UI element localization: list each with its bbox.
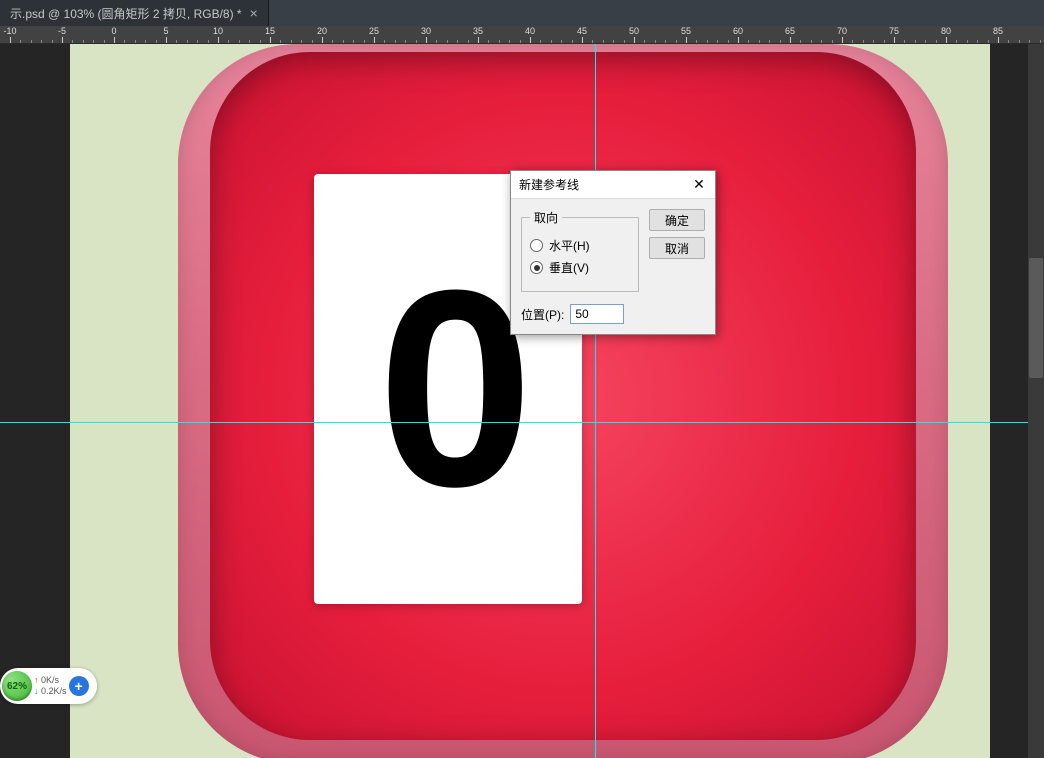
ok-button[interactable]: 确定 (649, 209, 705, 231)
close-icon[interactable]: × (250, 5, 258, 21)
radio-label: 垂直(V) (549, 259, 589, 276)
fieldset-legend: 取向 (530, 209, 562, 226)
plus-icon[interactable]: + (69, 676, 89, 696)
position-row: 位置(P): (521, 304, 639, 324)
radio-horizontal[interactable]: 水平(H) (530, 237, 630, 254)
cancel-button[interactable]: 取消 (649, 237, 705, 259)
upload-speed: 0K/s (34, 675, 67, 686)
net-speed-readout: 0K/s 0.2K/s (34, 675, 67, 697)
document-tab-bar: 示.psd @ 103% (圆角矩形 2 拷贝, RGB/8) * × (0, 0, 1044, 26)
new-guide-dialog: 新建参考线 ✕ 取向 水平(H) 垂直(V) 位置(P): 确定 (510, 170, 716, 335)
position-input[interactable] (570, 304, 624, 324)
download-speed: 0.2K/s (34, 686, 67, 697)
orientation-fieldset: 取向 水平(H) 垂直(V) (521, 209, 639, 292)
canvas-background: 0 (70, 44, 990, 758)
document-tab[interactable]: 示.psd @ 103% (圆角矩形 2 拷贝, RGB/8) * × (0, 0, 269, 26)
tab-title: 示.psd @ 103% (圆角矩形 2 拷贝, RGB/8) * (10, 5, 242, 22)
radio-vertical[interactable]: 垂直(V) (530, 259, 630, 276)
radio-icon (530, 261, 543, 274)
canvas-viewport[interactable]: 0 (0, 44, 1044, 758)
guide-horizontal[interactable] (0, 422, 1044, 423)
network-monitor-widget[interactable]: 62% 0K/s 0.2K/s + (0, 668, 97, 704)
radio-label: 水平(H) (549, 237, 590, 254)
scroll-thumb[interactable] (1029, 258, 1043, 378)
position-label: 位置(P): (521, 306, 564, 323)
radio-icon (530, 239, 543, 252)
vertical-scrollbar[interactable] (1028, 44, 1044, 758)
text-layer-zero: 0 (378, 229, 519, 550)
dialog-titlebar[interactable]: 新建参考线 ✕ (511, 171, 715, 199)
close-icon[interactable]: ✕ (691, 177, 707, 193)
memory-usage-ball: 62% (2, 671, 32, 701)
ruler-horizontal[interactable]: -10-505101520253035404550556065707580859… (0, 26, 1044, 44)
dialog-title-text: 新建参考线 (519, 176, 579, 193)
guide-vertical[interactable] (595, 44, 596, 758)
